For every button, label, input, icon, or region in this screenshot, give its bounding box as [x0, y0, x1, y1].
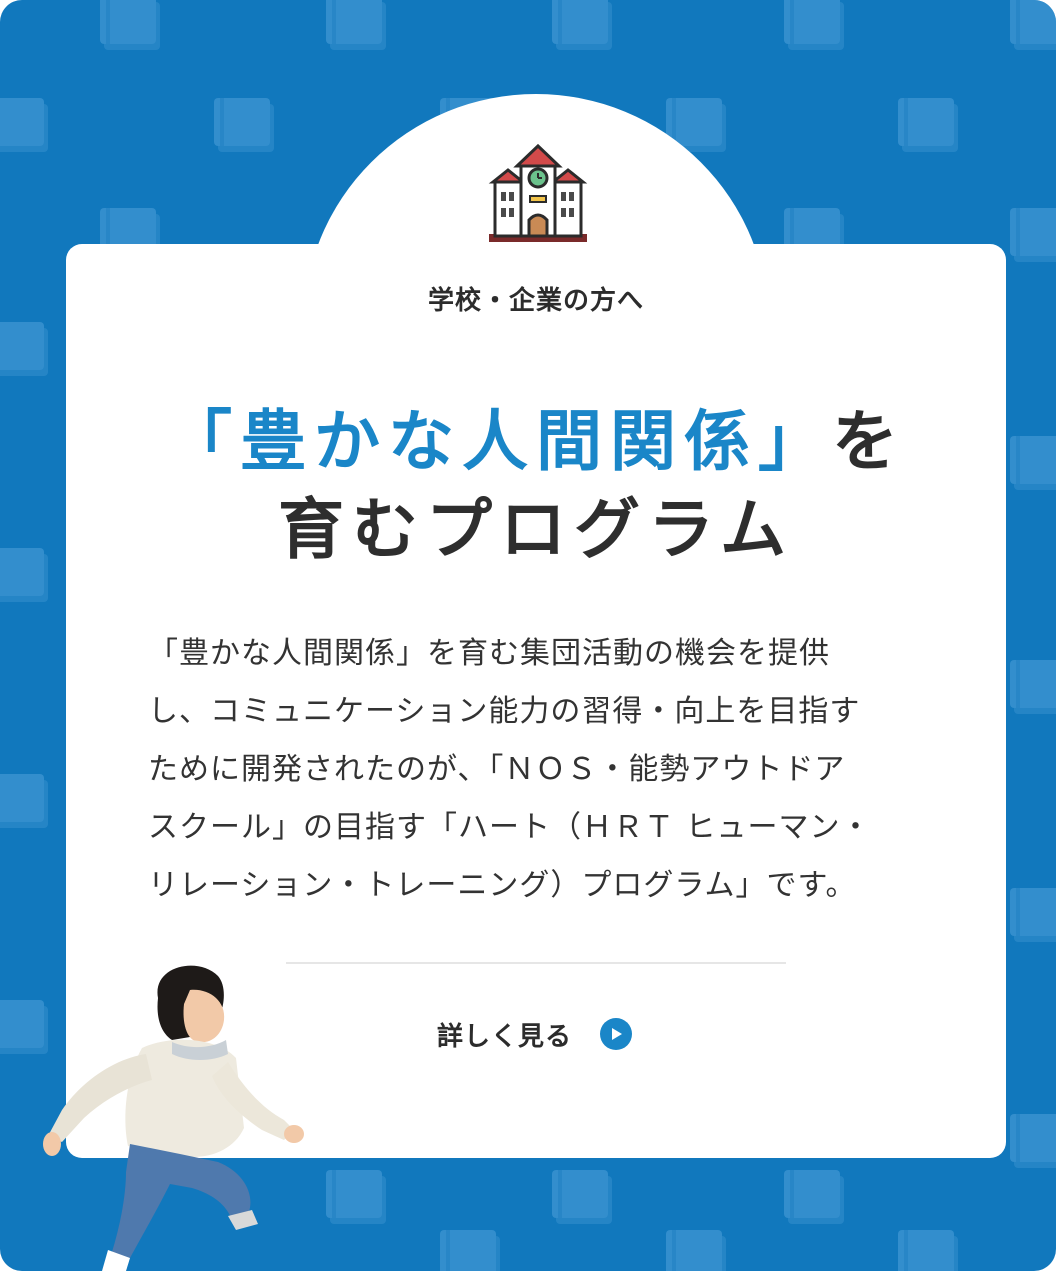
description-line: ために開発されたのが、「ＮＯＳ・能勢アウトドア: [148, 752, 846, 787]
school-building-icon: [488, 143, 588, 242]
headline-accent: 「豊かな人間関係」: [166, 403, 832, 480]
learn-more-label: 詳しく見る: [437, 1021, 573, 1052]
play-circle-icon: [600, 1018, 633, 1050]
description-line: スクール」の目指す「ハート（ＨＲＴ ヒューマン・: [148, 810, 872, 845]
running-child-illustration: [43, 965, 304, 1271]
description-line: リレーション・トレーニング）プログラム」です。: [148, 868, 857, 903]
headline-suffix: を: [832, 403, 906, 480]
description-line: 「豊かな人間関係」を育む集団活動の機会を提供: [148, 636, 830, 671]
headline-line-1: 「豊かな人間関係」を: [66, 398, 1006, 486]
section-container: 学校・企業の方へ 「豊かな人間関係」を 育むプログラム 「豊かな人間関係」を育む…: [0, 0, 1056, 1271]
description-line: し、コミュニケーション能力の習得・向上を目指す: [148, 694, 861, 729]
learn-more-link[interactable]: 詳しく見る: [437, 1012, 633, 1056]
section-eyebrow: 学校・企業の方へ: [427, 286, 644, 316]
section-headline: 「豊かな人間関係」を 育むプログラム: [66, 398, 1006, 574]
section-description: 「豊かな人間関係」を育む集団活動の機会を提供 し、コミュニケーション能力の習得・…: [148, 625, 918, 915]
divider: [286, 962, 786, 964]
headline-line-2: 育むプログラム: [277, 491, 795, 568]
